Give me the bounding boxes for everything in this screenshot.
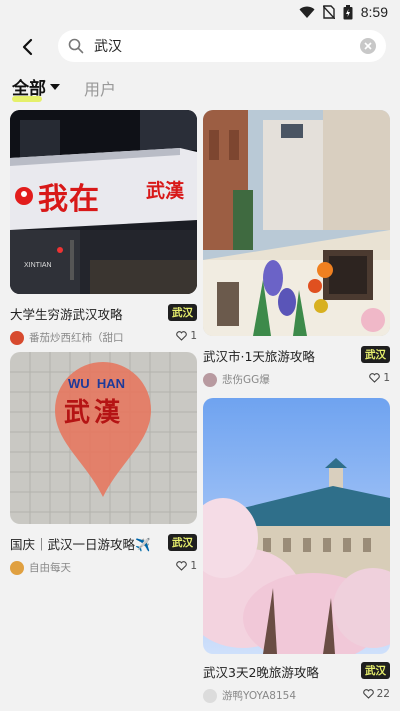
- back-arrow-icon: [22, 38, 33, 56]
- author-name: 悲伤GG爆: [222, 374, 270, 386]
- author-name: 游鸭YOYA8154: [222, 690, 297, 702]
- post-image: WU HAN 武漢: [10, 352, 197, 524]
- post-image: [203, 398, 390, 654]
- post-image: 我在 武漢 XINTIAN: [10, 110, 197, 294]
- author-name: 自由每天: [29, 562, 71, 574]
- caret-down-icon: [50, 83, 60, 90]
- clear-search-button[interactable]: [360, 38, 376, 54]
- post-title: 武汉市·1天旅游攻略: [203, 349, 315, 364]
- location-tag: 武汉: [168, 534, 197, 551]
- no-sim-icon: [322, 5, 335, 19]
- search-box[interactable]: [58, 30, 386, 62]
- like-count: 1: [190, 560, 197, 572]
- post-author: 自由每天: [10, 560, 71, 575]
- result-tabs: 全部 用户: [0, 74, 400, 104]
- wifi-icon: [299, 6, 315, 18]
- location-tag: 武汉: [361, 346, 390, 363]
- avatar: [203, 688, 217, 703]
- post-author: 游鸭YOYA8154: [203, 688, 296, 703]
- heart-icon: [369, 373, 381, 383]
- like-count: 22: [376, 688, 390, 700]
- location-tag: 武汉: [168, 304, 197, 321]
- heart-icon: [176, 331, 188, 341]
- tab-all[interactable]: 全部: [12, 74, 60, 99]
- heart-icon: [362, 689, 374, 699]
- like-button[interactable]: 1: [176, 330, 197, 342]
- avatar: [10, 560, 24, 575]
- status-time: 8:59: [360, 4, 388, 20]
- like-count: 1: [383, 372, 390, 384]
- post-card[interactable]: 武汉3天2晚旅游攻略 武汉 游鸭YOYA8154 22: [203, 398, 390, 706]
- author-name: 番茄炒西红柿（甜口: [29, 332, 124, 344]
- tab-all-label: 全部: [12, 79, 46, 99]
- pin-main-text: 武漢: [64, 398, 125, 428]
- search-icon: [66, 36, 86, 56]
- like-button[interactable]: 1: [176, 560, 197, 572]
- battery-icon: [343, 4, 353, 19]
- location-tag: 武汉: [361, 662, 390, 679]
- post-author: 悲伤GG爆: [203, 372, 270, 387]
- status-bar: 8:59: [0, 0, 400, 26]
- post-card[interactable]: 武汉市·1天旅游攻略 武汉 悲伤GG爆 1: [203, 110, 390, 388]
- tab-user[interactable]: 用户: [84, 76, 116, 100]
- sign-brand-text: XINTIAN: [24, 262, 52, 269]
- sign-main-text: 我在: [38, 182, 100, 217]
- avatar: [10, 330, 24, 345]
- sign-city-text: 武漢: [146, 180, 185, 202]
- pin-top-text: WU HAN: [68, 376, 126, 391]
- back-button[interactable]: [14, 34, 40, 60]
- avatar: [203, 372, 217, 387]
- post-title: 大学生穷游武汉攻略: [10, 307, 123, 322]
- like-button[interactable]: 22: [362, 688, 390, 700]
- post-title: 国庆｜武汉一日游攻略✈️: [10, 537, 151, 552]
- post-card[interactable]: WU HAN 武漢 国庆｜武汉一日游攻略✈️ 武汉 自由每天 1: [10, 352, 197, 578]
- post-title: 武汉3天2晚旅游攻略: [203, 665, 319, 680]
- search-input[interactable]: [94, 38, 334, 54]
- search-row: [0, 30, 400, 64]
- like-button[interactable]: 1: [369, 372, 390, 384]
- post-image: [203, 110, 390, 336]
- close-icon: [364, 42, 372, 50]
- like-count: 1: [190, 330, 197, 342]
- heart-icon: [176, 561, 188, 571]
- post-card[interactable]: 我在 武漢 XINTIAN 大学生穷游武汉攻略 武汉 番茄炒西红柿（甜口 1: [10, 110, 197, 350]
- post-author: 番茄炒西红柿（甜口: [10, 330, 124, 345]
